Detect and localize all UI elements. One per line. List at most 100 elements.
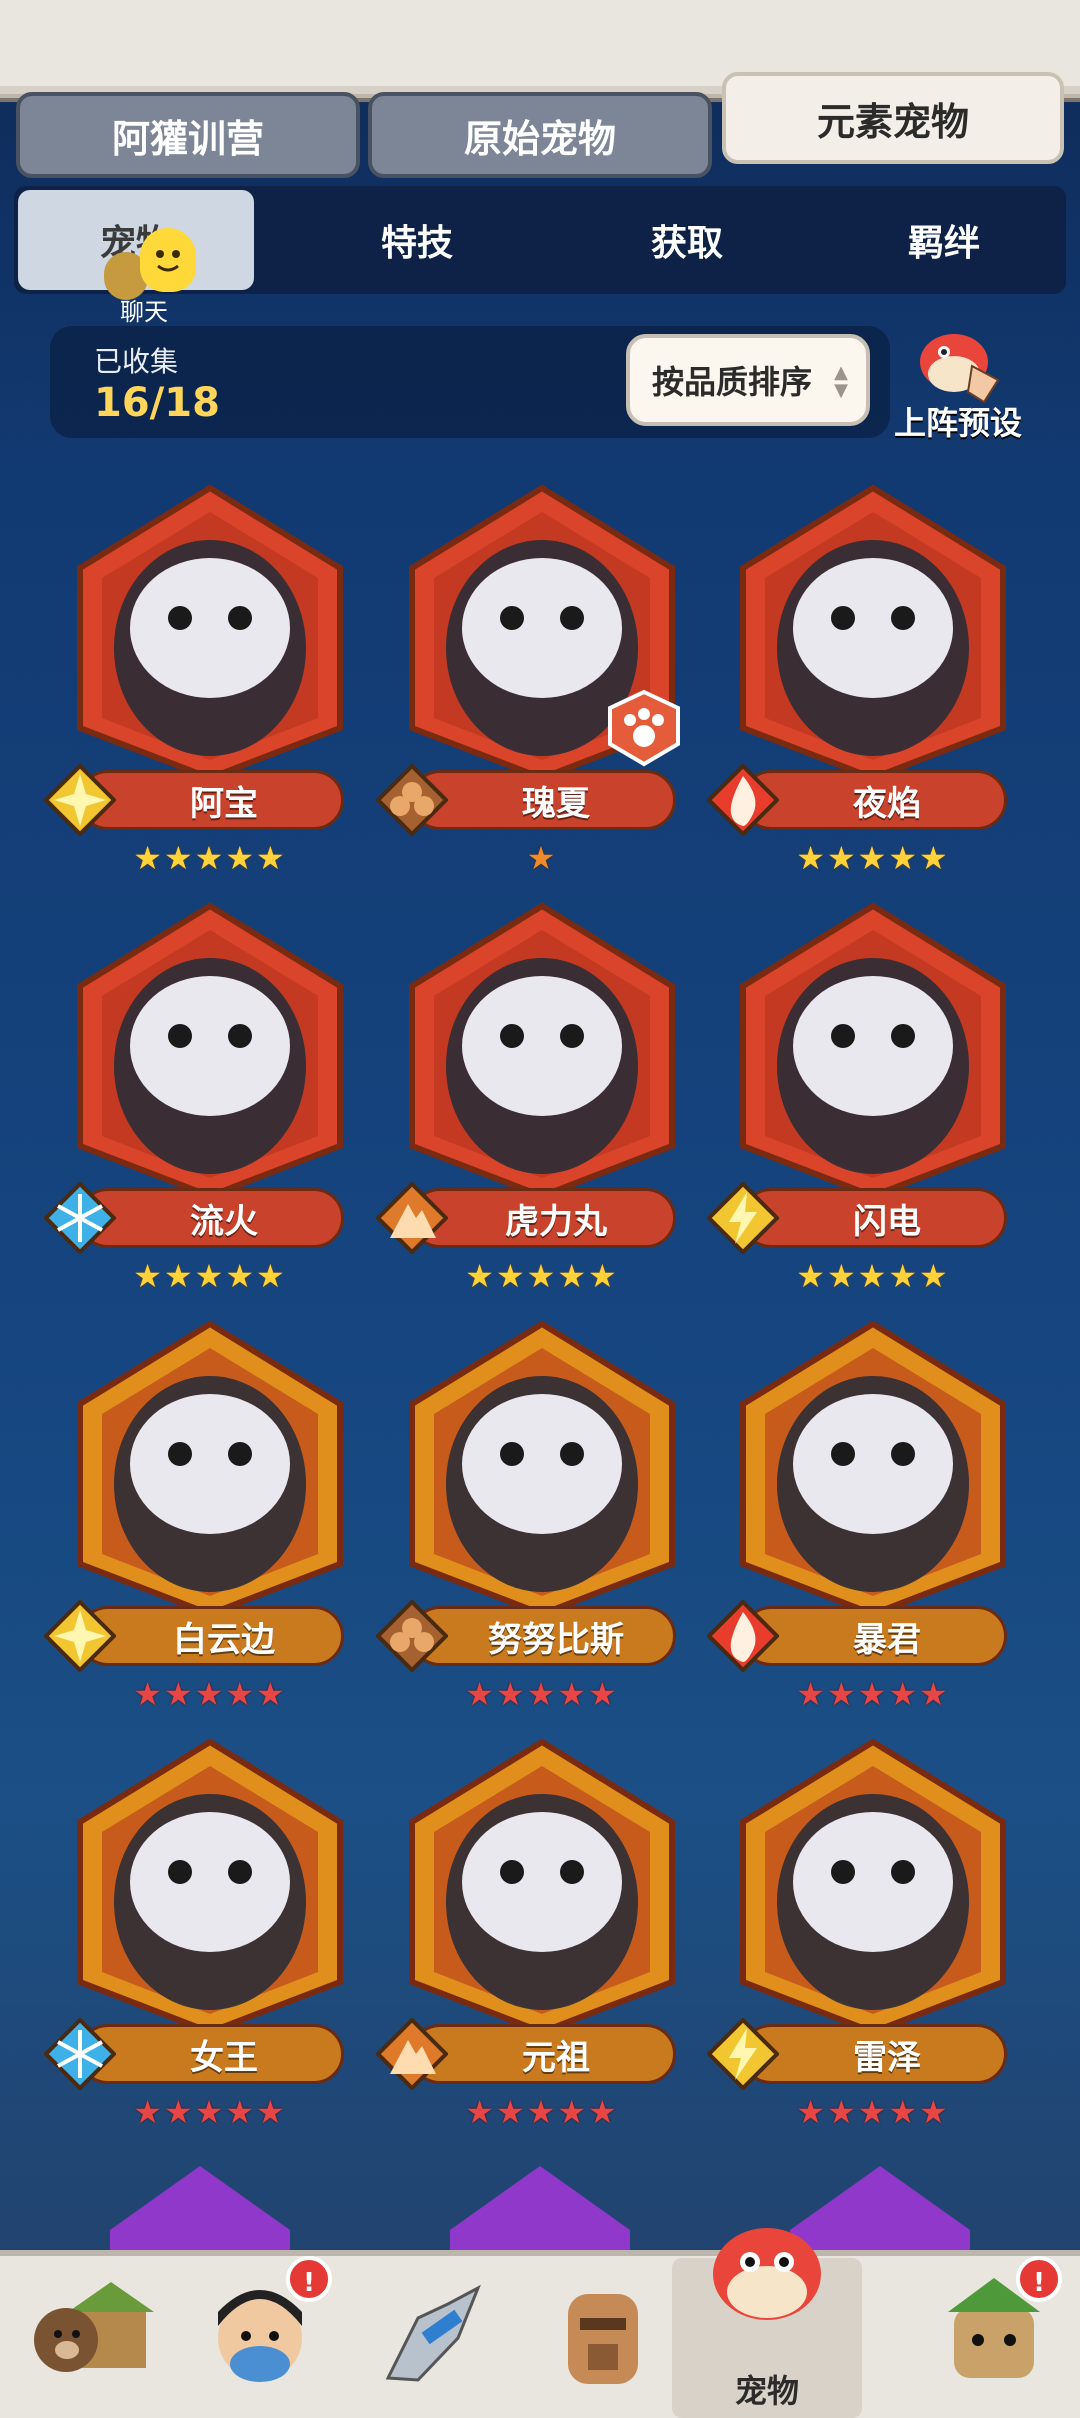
star-rating: ★ ★ ★ ★ ★ xyxy=(44,2094,374,2130)
star-icon: ★ xyxy=(465,1257,494,1295)
light-icon xyxy=(44,1600,116,1672)
top-tabs: 阿獾训营 原始宠物 元素宠物 xyxy=(0,72,1080,184)
star-icon: ★ xyxy=(133,839,162,877)
nav-pets-label: 宠物 xyxy=(734,2372,799,2410)
pet-name-bar: 瑰夏 xyxy=(376,764,706,836)
star-icon: ★ xyxy=(526,839,556,877)
pet-name-bar: 暴君 xyxy=(707,1600,1037,1672)
star-rating: ★ ★ ★ ★ ★ xyxy=(44,1258,374,1294)
tab-badger-camp[interactable]: 阿獾训营 xyxy=(16,92,360,178)
pet-name: 白云边 xyxy=(173,1619,275,1660)
sort-arrows-icon: ▲ ▼ xyxy=(834,362,848,401)
star-icon: ★ xyxy=(495,2093,525,2131)
pet-card[interactable]: 白云边 ★ ★ ★ ★ ★ xyxy=(44,1314,374,1734)
pet-card[interactable]: 女王 ★ ★ ★ ★ ★ xyxy=(44,1732,374,2152)
pet-card[interactable]: 努努比斯 ★ ★ ★ ★ ★ xyxy=(376,1314,706,1734)
pet-card[interactable]: 暴君 ★ ★ ★ ★ ★ xyxy=(707,1314,1037,1734)
star-icon: ★ xyxy=(796,1257,825,1295)
collection-count: 16/18 xyxy=(94,380,220,426)
pet-card[interactable]: 雷泽 ★ ★ ★ ★ ★ xyxy=(707,1732,1037,2152)
star-icon: ★ xyxy=(225,839,255,877)
star-icon: ★ xyxy=(526,1675,556,1713)
pet-name-bar: 流火 xyxy=(44,1182,374,1254)
pet-name-bar: 闪电 xyxy=(707,1182,1037,1254)
next-row-frame xyxy=(110,2166,290,2260)
star-icon: ★ xyxy=(557,1257,587,1295)
star-rating: ★ ★ ★ ★ ★ xyxy=(376,2094,706,2130)
star-icon: ★ xyxy=(919,839,948,877)
star-icon: ★ xyxy=(919,2093,948,2131)
fire-icon xyxy=(707,764,779,836)
star-icon: ★ xyxy=(796,2093,825,2131)
subtab-obtain[interactable]: 获取 xyxy=(552,186,822,294)
lineup-preset-button[interactable]: 上阵预设 xyxy=(894,322,1064,442)
bear-house-icon xyxy=(34,2282,154,2372)
subtab-skills[interactable]: 特技 xyxy=(282,186,552,294)
pet-portrait xyxy=(740,1320,1006,1614)
nav-pets[interactable]: 宠物 xyxy=(672,2228,862,2418)
star-icon: ★ xyxy=(888,2093,918,2131)
star-icon: ★ xyxy=(495,1675,525,1713)
star-icon: ★ xyxy=(163,1675,193,1713)
nav-tribe[interactable]: ! xyxy=(918,2256,1068,2410)
pet-name: 虎力丸 xyxy=(505,1201,607,1242)
pet-name: 闪电 xyxy=(853,1201,921,1242)
star-icon: ★ xyxy=(919,1675,948,1713)
notification-badge: ! xyxy=(286,2256,332,2302)
mountain-icon xyxy=(376,2018,448,2090)
pet-name: 流火 xyxy=(190,1201,258,1242)
star-icon: ★ xyxy=(888,839,918,877)
subtab-bonds[interactable]: 羁绊 xyxy=(822,186,1066,294)
pet-card[interactable]: 闪电 ★ ★ ★ ★ ★ xyxy=(707,896,1037,1316)
sort-label: 按品质排序 xyxy=(652,363,813,401)
earth-icon xyxy=(376,764,448,836)
nav-camp[interactable] xyxy=(18,2268,168,2410)
nav-totem[interactable] xyxy=(528,2268,678,2410)
pet-name: 努努比斯 xyxy=(488,1619,624,1660)
pet-card[interactable]: 瑰夏 ★ xyxy=(376,478,706,898)
pet-card[interactable]: 流火 ★ ★ ★ ★ ★ xyxy=(44,896,374,1316)
star-icon: ★ xyxy=(888,1257,918,1295)
star-icon: ★ xyxy=(256,1675,285,1713)
pet-name: 瑰夏 xyxy=(522,783,590,824)
star-icon: ★ xyxy=(495,1257,525,1295)
ice-icon xyxy=(44,1182,116,1254)
pet-name-bar: 女王 xyxy=(44,2018,374,2090)
star-icon: ★ xyxy=(857,839,887,877)
star-icon: ★ xyxy=(163,839,193,877)
star-icon: ★ xyxy=(133,1257,162,1295)
pet-card[interactable]: 元祖 ★ ★ ★ ★ ★ xyxy=(376,1732,706,2152)
star-icon: ★ xyxy=(826,1257,856,1295)
pet-name: 雷泽 xyxy=(853,2037,921,2078)
pet-card[interactable]: 虎力丸 ★ ★ ★ ★ ★ xyxy=(376,896,706,1316)
star-rating: ★ ★ ★ ★ ★ xyxy=(707,1258,1037,1294)
weapon-icon xyxy=(385,2284,481,2382)
sort-by-quality-button[interactable]: 按品质排序 ▲ ▼ xyxy=(626,334,870,426)
nav-weapon[interactable] xyxy=(358,2268,508,2410)
chat-button[interactable]: 聊天 xyxy=(98,228,208,328)
pet-card[interactable]: 阿宝 ★ ★ ★ ★ ★ xyxy=(44,478,374,898)
star-icon: ★ xyxy=(194,1257,224,1295)
pet-card[interactable]: 夜焰 ★ ★ ★ ★ ★ xyxy=(707,478,1037,898)
star-icon: ★ xyxy=(919,1257,948,1295)
star-icon: ★ xyxy=(588,1675,617,1713)
light-icon xyxy=(44,764,116,836)
fire-icon xyxy=(707,1600,779,1672)
tab-primal-pets[interactable]: 原始宠物 xyxy=(368,92,712,178)
pet-portrait xyxy=(77,1320,343,1614)
pet-name-bar: 夜焰 xyxy=(707,764,1037,836)
star-icon: ★ xyxy=(225,1257,255,1295)
pet-portrait xyxy=(740,1738,1006,2032)
pet-name-bar: 虎力丸 xyxy=(376,1182,706,1254)
star-icon: ★ xyxy=(163,2093,193,2131)
pet-name-bar: 白云边 xyxy=(44,1600,374,1672)
tab-element-pets[interactable]: 元素宠物 xyxy=(722,72,1064,164)
star-icon: ★ xyxy=(194,839,224,877)
star-icon: ★ xyxy=(826,839,856,877)
star-icon: ★ xyxy=(256,2093,285,2131)
pet-portrait xyxy=(77,484,343,778)
star-icon: ★ xyxy=(826,2093,856,2131)
pet-name: 阿宝 xyxy=(190,783,258,824)
star-icon: ★ xyxy=(465,2093,494,2131)
nav-hero[interactable]: ! xyxy=(188,2256,338,2410)
